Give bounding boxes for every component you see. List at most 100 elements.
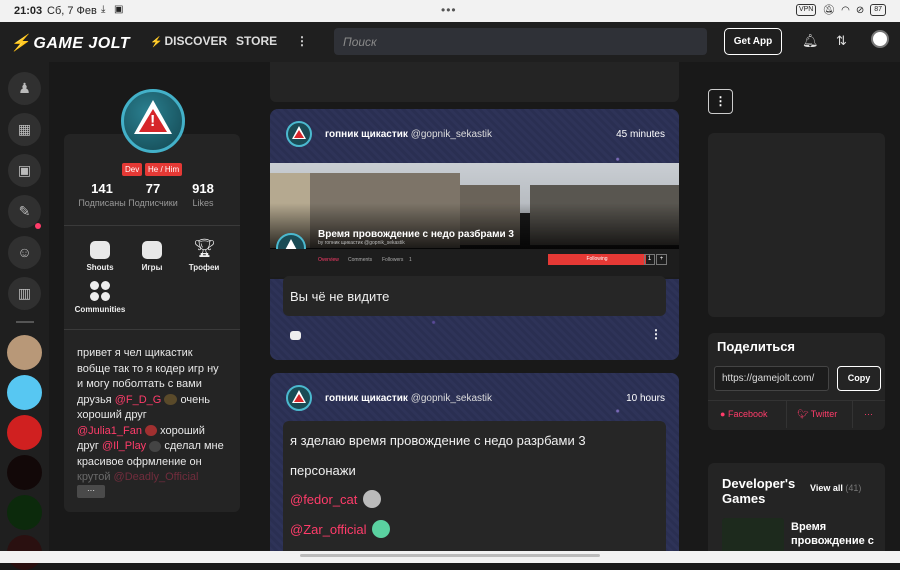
profile-divider-2 <box>64 329 240 330</box>
bio-line: хороший друг <box>77 409 147 421</box>
stat-likes-count[interactable]: 918 <box>177 181 229 196</box>
screenshot-following-button: Following <box>548 254 646 265</box>
shouts-icon[interactable] <box>90 241 110 259</box>
stat-likes-label: Likes <box>192 198 214 208</box>
rail-community-green[interactable] <box>7 495 42 530</box>
feed-header-card <box>270 62 679 102</box>
post-author-avatar[interactable] <box>286 385 312 411</box>
twitter-share[interactable]: 🐦︎ Twitter <box>797 409 837 420</box>
post-time[interactable]: 10 hours <box>626 393 665 404</box>
download-icon: ⤓ <box>101 4 106 15</box>
view-all-link[interactable]: View all (41) <box>810 483 861 493</box>
bio-read-more-button[interactable]: ··· <box>77 485 105 498</box>
developer-games-title: Developer's Games <box>722 476 796 506</box>
trophies-label[interactable]: Трофеи <box>174 263 234 272</box>
share-divider <box>786 400 787 428</box>
store-link[interactable]: STORE <box>236 34 277 48</box>
post-author[interactable]: гопник щикастик @gopnik_sekastik <box>325 393 492 404</box>
screenshot-tab-comments: Comments <box>348 257 373 263</box>
author-handle: @gopnik_sekastik <box>410 393 493 404</box>
mention-zar-official[interactable]: @Zar_official <box>290 522 367 537</box>
rail-community-bear[interactable] <box>7 335 42 370</box>
lightning-icon: ⚡ <box>10 35 31 52</box>
shouts-label[interactable]: Shouts <box>70 263 130 272</box>
games-controller-icon[interactable] <box>142 241 162 259</box>
mention-link[interactable]: @Il_Play <box>102 440 146 452</box>
activity-icon[interactable]: ⇅ <box>836 33 847 49</box>
bio-line: @Julia1_Fan хороший <box>77 424 237 440</box>
share-divider <box>852 400 853 428</box>
copy-button[interactable]: Copy <box>837 366 881 391</box>
wifi-icon: ◠ <box>841 4 850 16</box>
twitter-icon: 🐦︎ <box>797 409 809 419</box>
bio-line: вобще так то я кодер игр ну <box>77 362 219 375</box>
mention-link[interactable]: @F_D_G <box>115 394 162 406</box>
gamejolt-logo[interactable]: ⚡ GAME JOLT <box>10 33 130 53</box>
bio-line: друг @Il_Play сделал мне <box>77 439 237 455</box>
status-right-icons: VPN 🔕︎ ◠ ⊘ 87 <box>795 4 886 16</box>
twitter-label: Twitter <box>810 409 838 419</box>
author-name: гопник щикастик <box>325 393 408 404</box>
post-time[interactable]: 45 minutes <box>616 129 665 140</box>
post-author-avatar[interactable] <box>286 121 312 147</box>
rail-store-icon[interactable]: ▦ <box>8 113 41 146</box>
comment-bubble-icon[interactable] <box>290 331 301 340</box>
bell-icon[interactable]: 🔔︎ <box>802 33 819 49</box>
page-options-button[interactable]: ⋮ <box>708 89 733 114</box>
mention-fedor-cat[interactable]: @fedor_cat <box>290 492 357 507</box>
mute-icon: 🔕︎ <box>822 4 836 16</box>
rail-library-icon[interactable]: ▥ <box>8 277 41 310</box>
ghost-emoji-avatar <box>372 520 390 538</box>
author-handle: @gopnik_sekastik <box>410 129 493 140</box>
pronoun-badge: He / Him <box>145 163 183 176</box>
facebook-label: Facebook <box>727 409 768 419</box>
rail-backpack-icon[interactable]: ▣ <box>8 154 41 187</box>
stat-followers-label: Подписчики <box>128 198 178 208</box>
user-avatar[interactable] <box>871 30 889 48</box>
profile-bio: привет я чел щикастик вобще так то я код… <box>77 346 237 486</box>
share-url-input[interactable]: https://gamejolt.com/ <box>714 366 829 391</box>
facebook-share[interactable]: ● Facebook <box>720 409 767 419</box>
search-bar[interactable]: Поиск <box>334 28 707 55</box>
post-text-line: персонажи <box>290 463 356 478</box>
bio-line-faded: крутой @Deadly_Official <box>77 470 237 486</box>
mention-link[interactable]: @Deadly_Official <box>114 471 199 483</box>
communities-label[interactable]: Communities <box>70 305 130 314</box>
vpn-badge: VPN <box>795 4 817 16</box>
bio-text: друг <box>77 440 99 452</box>
screenshot-follow-count: 1 <box>644 254 655 265</box>
profile-avatar[interactable]: ! <box>121 89 185 153</box>
share-more-button[interactable]: ··· <box>864 409 873 419</box>
multitask-dots-icon[interactable]: ••• <box>441 3 457 17</box>
more-menu-icon[interactable]: ⋮ <box>296 34 308 48</box>
home-indicator[interactable] <box>300 554 600 557</box>
trophy-icon[interactable]: 🏆︎ <box>193 238 216 259</box>
rail-community-dark[interactable] <box>7 455 42 490</box>
profile-divider <box>64 225 240 226</box>
mention-link[interactable]: @Julia1_Fan <box>77 425 142 437</box>
stat-following-label: Подписаны <box>78 198 126 208</box>
get-app-button[interactable]: Get App <box>724 28 782 55</box>
rail-chat-icon[interactable]: ☺ <box>8 236 41 269</box>
games-label[interactable]: Игры <box>122 263 182 272</box>
screenshot-plus-icon: + <box>656 254 667 265</box>
post-author[interactable]: гопник щикастик @gopnik_sekastik <box>325 129 492 140</box>
post-menu-icon[interactable]: ⋮ <box>650 327 662 341</box>
system-status-bar: 21:03 Сб, 7 Фев ⤓ ▣ ••• VPN 🔕︎ ◠ ⊘ 87 <box>0 0 900 22</box>
rail-community-blue[interactable] <box>7 375 42 410</box>
discover-link[interactable]: ⚡ DISCOVER <box>150 34 227 48</box>
exclamation-mark: ! <box>150 113 156 130</box>
game-title[interactable]: Время провождение с <box>791 520 881 548</box>
post-screenshot[interactable]: Время провождение с недо разбрами 3 by г… <box>270 163 679 279</box>
user-emoji-avatar <box>149 440 162 452</box>
stat-followers-count[interactable]: 77 <box>127 181 179 196</box>
bio-text: крутой <box>77 471 111 483</box>
bio-line: и могу поболтать с вами <box>77 378 202 390</box>
communities-icon[interactable] <box>90 281 110 301</box>
screenshot-followers-count: 1 <box>409 257 412 263</box>
ad-placeholder <box>708 133 885 317</box>
battery-level: 87 <box>870 4 886 16</box>
stat-following-count[interactable]: 141 <box>76 181 128 196</box>
rail-home-icon[interactable]: ♟ <box>8 72 41 105</box>
rail-community-red[interactable] <box>7 415 42 450</box>
